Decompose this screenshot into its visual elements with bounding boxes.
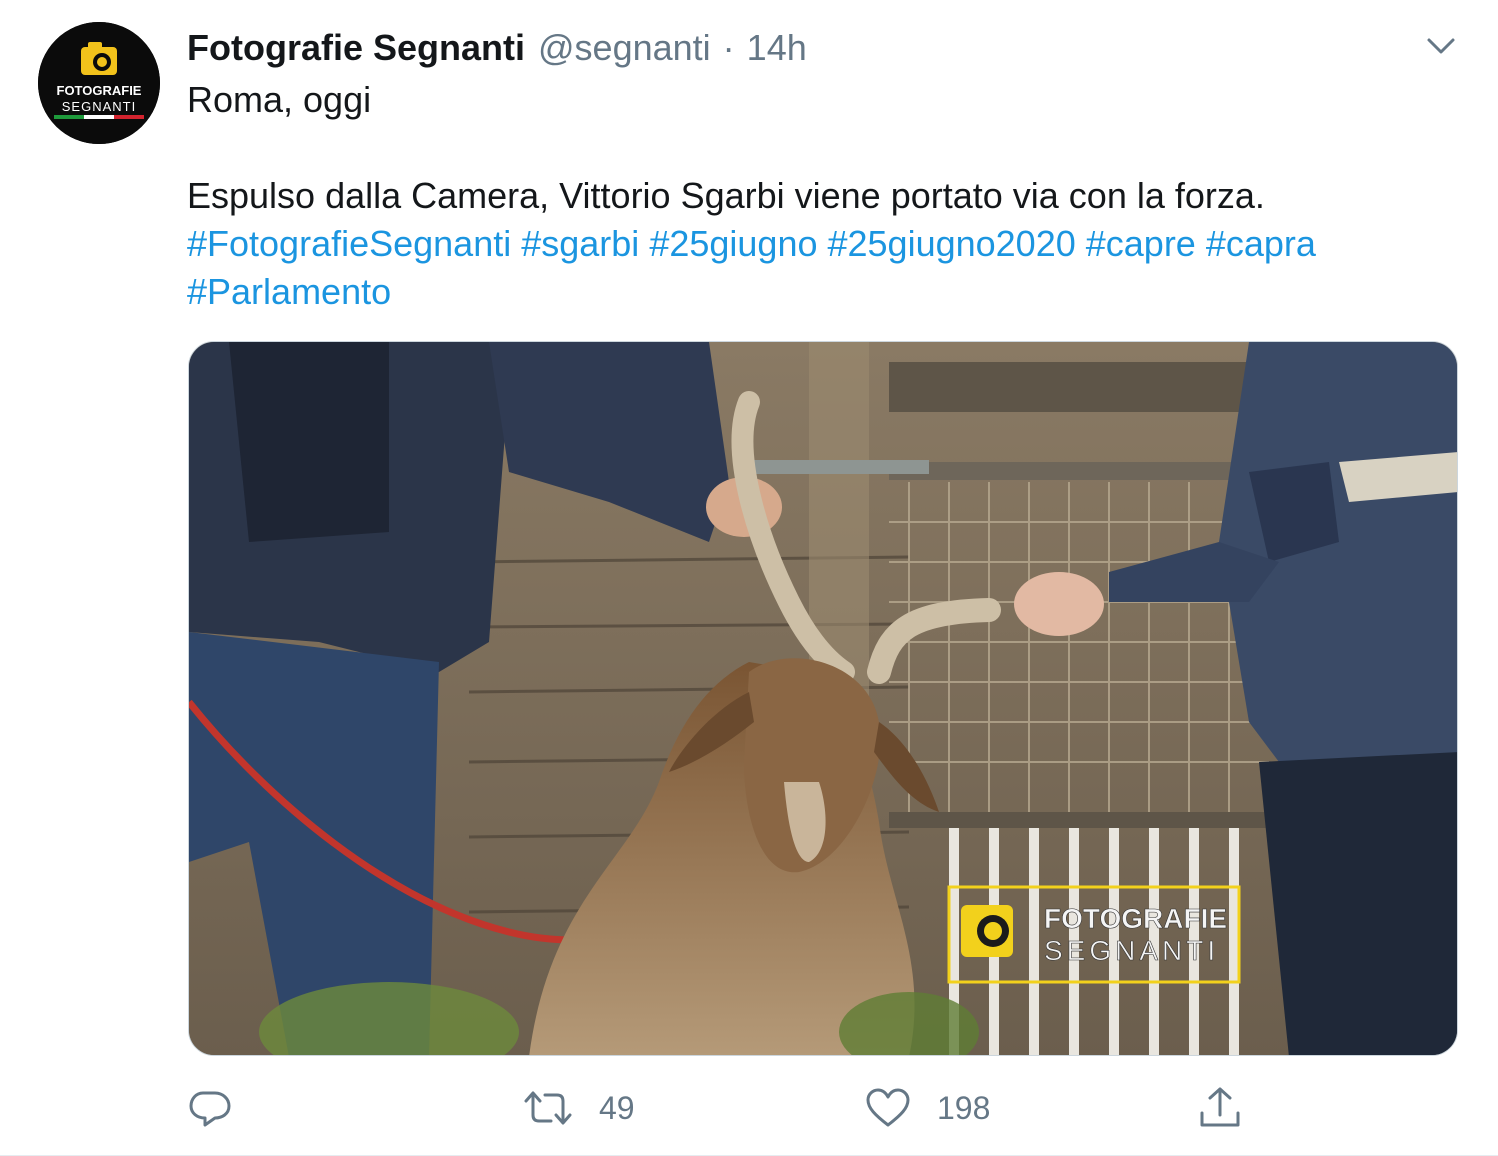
author-display-name[interactable]: Fotografie Segnanti [187, 24, 525, 72]
share-icon [1200, 1087, 1240, 1127]
like-count: 198 [937, 1089, 991, 1126]
reply-button[interactable] [187, 1080, 233, 1136]
svg-text:SEGNANTI: SEGNANTI [1044, 935, 1219, 966]
hashtag-link[interactable]: #capre [1086, 223, 1196, 264]
hashtag-link[interactable]: #25giugno [649, 223, 817, 264]
avatar[interactable]: FOTOGRAFIE SEGNANTI [38, 22, 160, 144]
tweet-card[interactable]: FOTOGRAFIE SEGNANTI Fotografie Segnanti … [0, 0, 1498, 1156]
heart-icon [866, 1088, 910, 1127]
tweet-text-line: Espulso dalla Camera, Vittorio Sgarbi vi… [187, 175, 1265, 216]
retweet-icon [524, 1091, 572, 1125]
tweet-text: Roma, oggi Espulso dalla Camera, Vittori… [187, 76, 1457, 316]
hashtag-list: #FotografieSegnanti #sgarbi #25giugno #25gi… [187, 220, 1457, 316]
svg-text:FOTOGRAFIE: FOTOGRAFIE [1044, 903, 1227, 934]
separator-dot: · [722, 27, 735, 68]
hashtag-link[interactable]: #25giugno2020 [827, 223, 1075, 264]
reply-icon [189, 1091, 231, 1127]
chevron-down-icon [1427, 38, 1455, 54]
hashtag-link[interactable]: #capra [1206, 223, 1316, 264]
svg-text:SEGNANTI: SEGNANTI [62, 99, 136, 114]
tweet-text-line: Roma, oggi [187, 79, 372, 120]
svg-text:FOTOGRAFIE: FOTOGRAFIE [57, 83, 142, 98]
more-options-button[interactable] [1422, 30, 1460, 64]
camera-logo-icon: FOTOGRAFIE SEGNANTI [38, 22, 160, 144]
hashtag-link[interactable]: #FotografieSegnanti [187, 223, 511, 264]
tweet-actions: 49 198 [187, 1080, 1287, 1136]
tweet-header: Fotografie Segnanti @segnanti · 14h [187, 24, 807, 72]
share-button[interactable] [1197, 1080, 1243, 1136]
goat-photo-image: FOTOGRAFIE SEGNANTI [189, 342, 1457, 1055]
hashtag-link[interactable]: #Parlamento [187, 271, 391, 312]
tweet-timestamp[interactable]: 14h [747, 24, 807, 72]
retweet-count: 49 [599, 1089, 635, 1126]
author-handle[interactable]: @segnanti [538, 24, 711, 72]
like-button[interactable]: 198 [865, 1080, 990, 1136]
tweet-photo[interactable]: FOTOGRAFIE SEGNANTI [188, 341, 1458, 1056]
hashtag-link[interactable]: #sgarbi [521, 223, 639, 264]
retweet-button[interactable]: 49 [523, 1080, 635, 1136]
